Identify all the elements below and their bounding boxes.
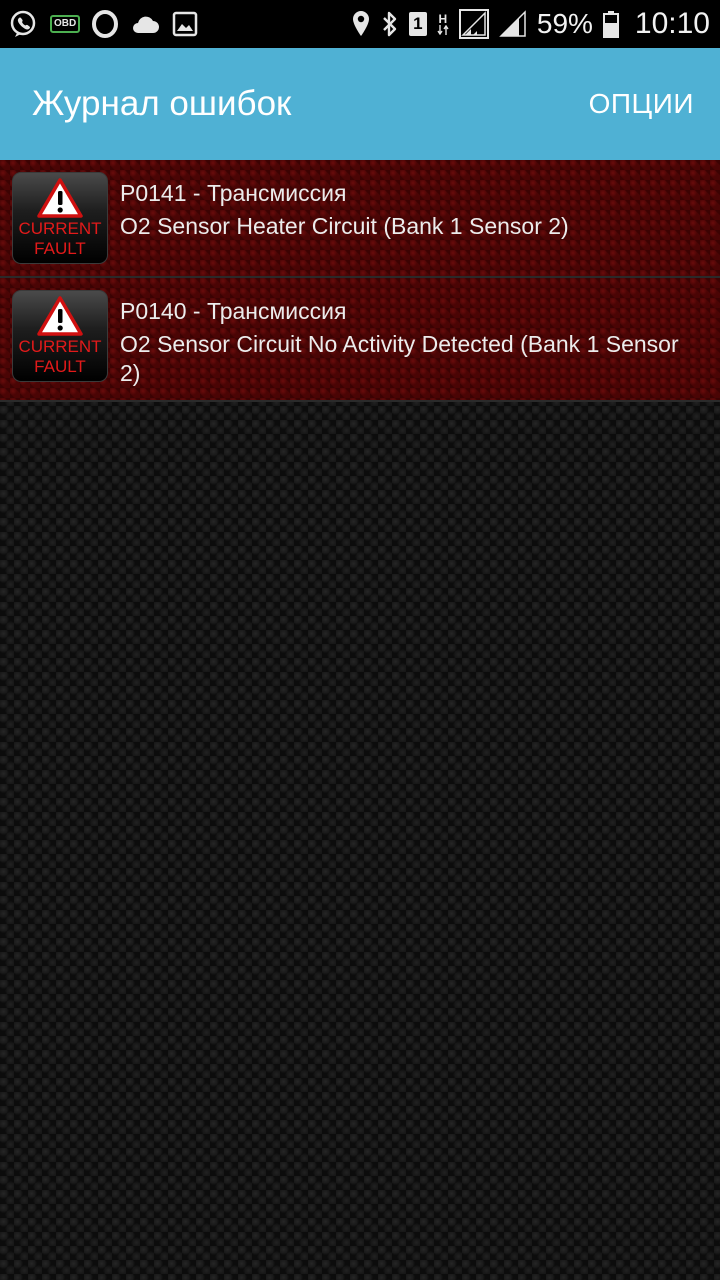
sim-card-icon: 1 xyxy=(408,12,427,36)
options-button[interactable]: ОПЦИИ xyxy=(589,88,694,120)
status-bar: OBD 1 H 59% 10:10 xyxy=(0,0,720,48)
battery-icon xyxy=(602,10,619,38)
current-fault-badge: CURRENT FAULT xyxy=(12,290,108,382)
fault-code: P0141 - Трансмиссия xyxy=(120,180,347,206)
fault-list: CURRENT FAULT P0141 - Трансмиссия O2 Sen… xyxy=(0,160,720,402)
fault-list-item[interactable]: CURRENT FAULT P0140 - Трансмиссия O2 Sen… xyxy=(0,278,720,402)
obd-icon: OBD xyxy=(50,15,81,33)
fault-description: O2 Sensor Heater Circuit (Bank 1 Sensor … xyxy=(120,213,569,239)
status-right-icons: 1 H 59% 10:10 xyxy=(351,7,710,41)
current-fault-badge: CURRENT FAULT xyxy=(12,172,108,264)
badge-label-current: CURRENT xyxy=(18,337,102,356)
opera-icon xyxy=(92,10,119,38)
battery-percent: 59% xyxy=(536,8,593,39)
fault-text: P0140 - Трансмиссия O2 Sensor Circuit No… xyxy=(120,290,680,388)
viber-icon xyxy=(8,9,38,39)
image-icon xyxy=(172,11,198,37)
status-time: 10:10 xyxy=(634,7,710,40)
cloud-icon xyxy=(130,13,160,35)
fault-code: P0140 - Трансмиссия xyxy=(120,298,347,324)
app-bar: Журнал ошибок ОПЦИИ xyxy=(0,48,720,160)
network-type-label: H xyxy=(438,12,448,26)
obd-label: OBD xyxy=(50,15,81,33)
fault-list-item[interactable]: CURRENT FAULT P0141 - Трансмиссия O2 Sen… xyxy=(0,160,720,278)
fault-text: P0141 - Трансмиссия O2 Sensor Heater Cir… xyxy=(120,172,569,241)
location-icon xyxy=(351,10,371,38)
badge-label-current: CURRENT xyxy=(18,219,102,238)
warning-triangle-icon xyxy=(37,178,83,218)
page-title: Журнал ошибок xyxy=(32,84,292,123)
signal-sim1-icon xyxy=(458,9,489,39)
badge-label-fault: FAULT xyxy=(34,239,86,258)
warning-triangle-icon xyxy=(37,296,83,336)
signal-sim2-icon xyxy=(499,10,527,38)
badge-label-fault: FAULT xyxy=(34,357,86,376)
network-type-icon: H xyxy=(437,13,449,35)
bluetooth-icon xyxy=(381,10,399,38)
fault-description: O2 Sensor Circuit No Activity Detected (… xyxy=(120,331,679,386)
status-left-icons: OBD xyxy=(8,9,198,39)
